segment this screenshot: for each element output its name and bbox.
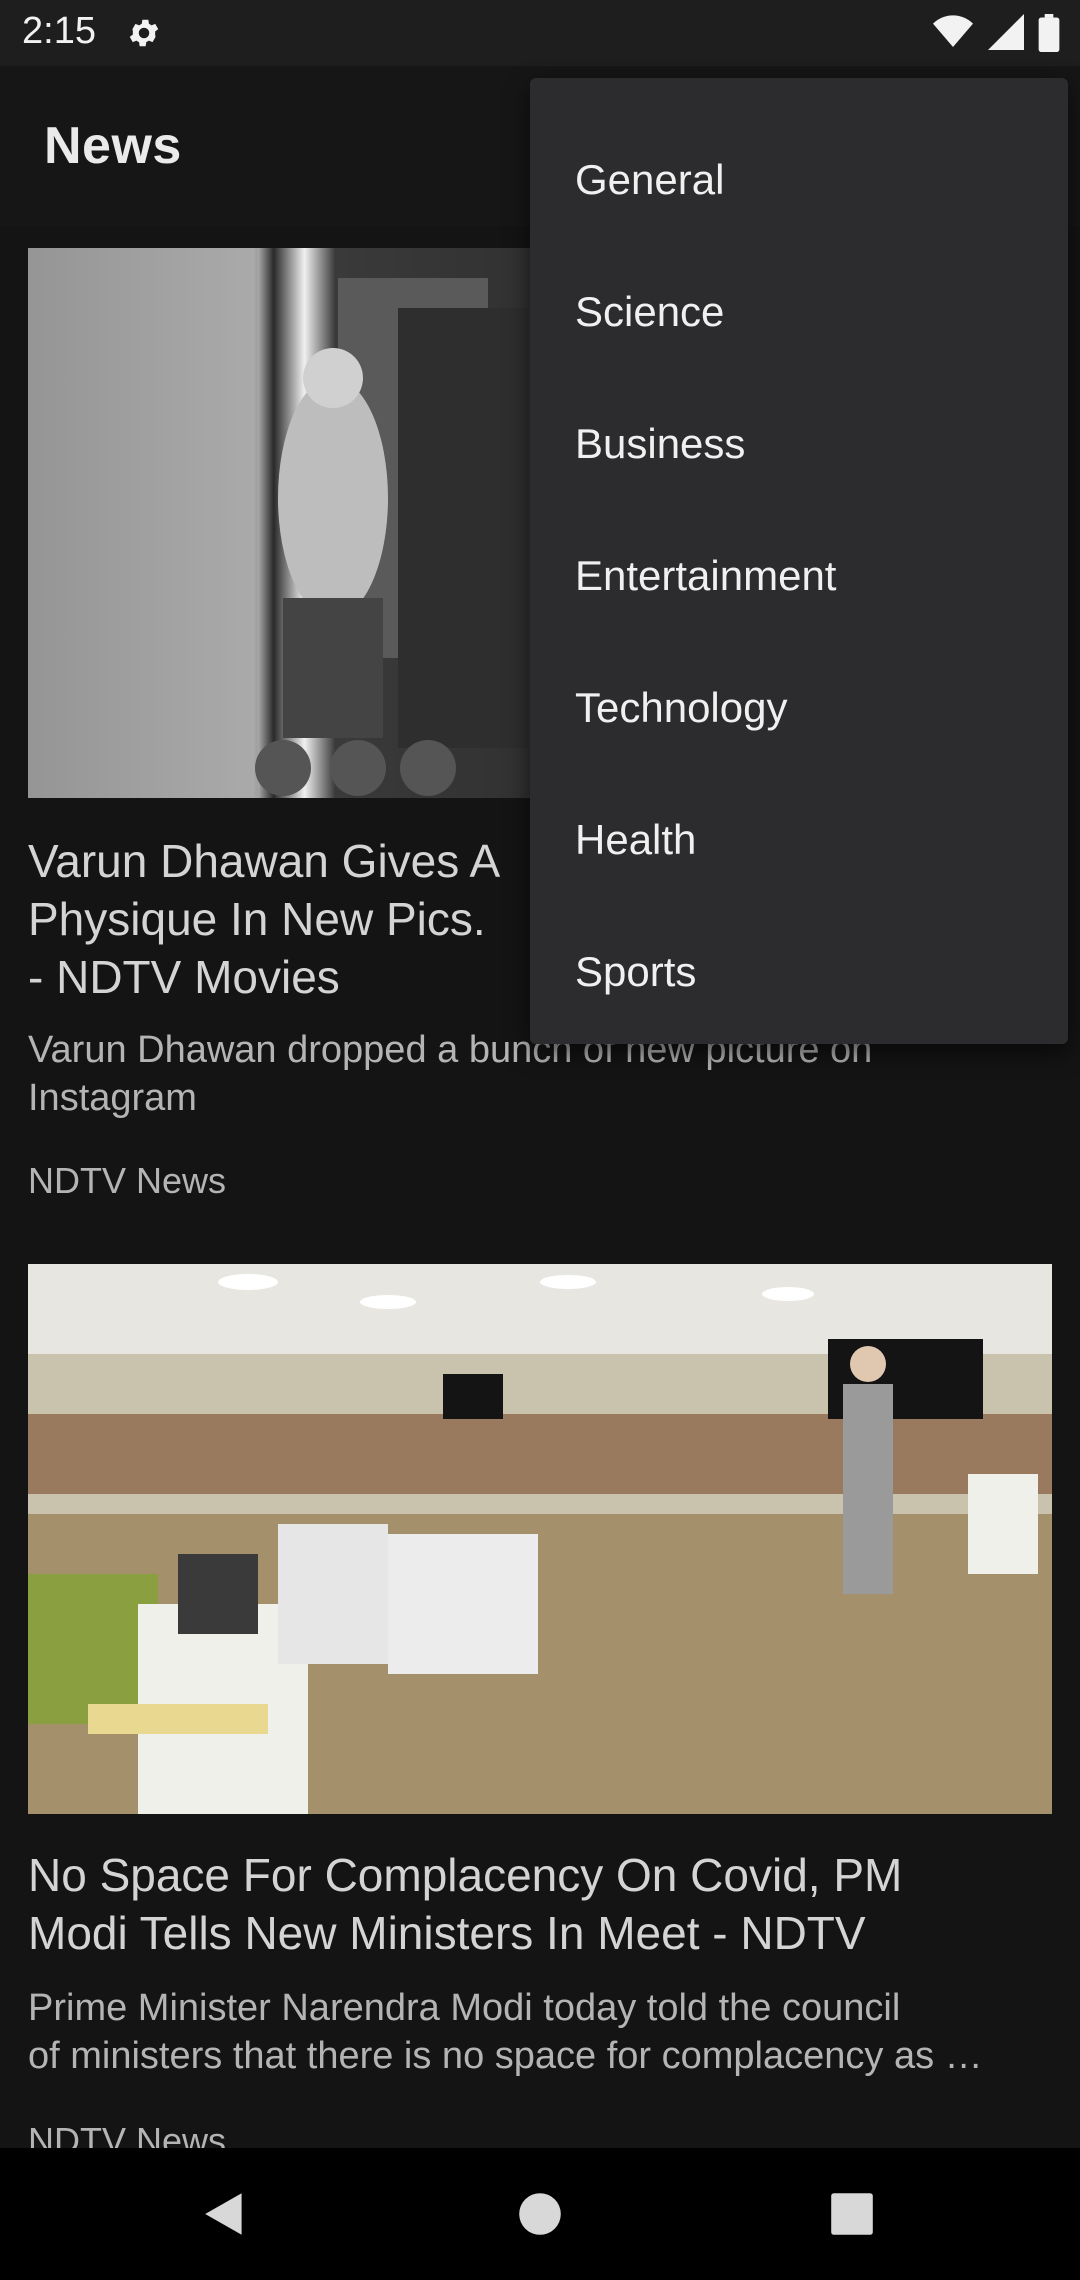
page-title: News (44, 117, 182, 175)
article-source: NDTV News (28, 1160, 227, 1201)
status-icons (923, 14, 1060, 53)
wifi-icon (933, 15, 974, 47)
menu-item-general[interactable]: General (530, 114, 1068, 246)
menu-item-health[interactable]: Health (530, 774, 1068, 906)
article-card[interactable]: No Space For Complacency On Covid, PM Mo… (28, 1264, 1052, 2164)
gear-icon (129, 19, 159, 47)
status-bar: 2:15 (0, 0, 1080, 66)
navigation-bar (0, 2148, 1080, 2280)
menu-item-technology[interactable]: Technology (530, 642, 1068, 774)
signal-icon (987, 14, 1024, 50)
menu-item-sports[interactable]: Sports (530, 906, 1068, 1038)
battery-icon (1038, 14, 1060, 53)
home-icon[interactable] (514, 2188, 566, 2240)
menu-item-science[interactable]: Science (530, 246, 1068, 378)
back-icon[interactable] (200, 2188, 252, 2240)
recents-icon[interactable] (826, 2188, 878, 2240)
category-menu: General Science Business Entertainment T… (530, 78, 1068, 1044)
article-image[interactable] (28, 1264, 1052, 1814)
menu-item-entertainment[interactable]: Entertainment (530, 510, 1068, 642)
status-time: 2:15 (22, 10, 96, 52)
article-title[interactable]: No Space For Complacency On Covid, PM Mo… (28, 1846, 1052, 1962)
menu-item-business[interactable]: Business (530, 378, 1068, 510)
article-description: Prime Minister Narendra Modi today told … (28, 1987, 983, 2077)
